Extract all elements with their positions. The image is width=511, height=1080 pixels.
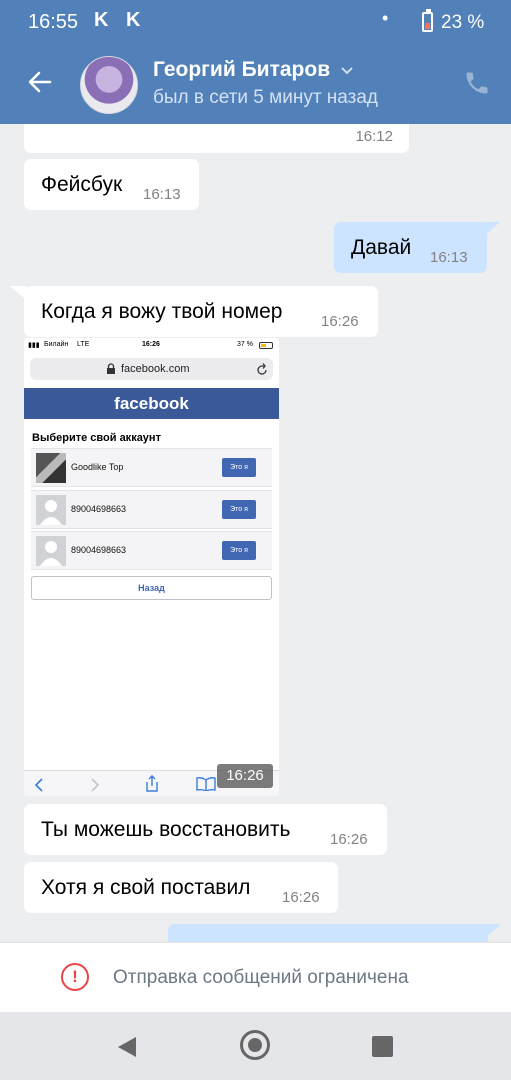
choose-account-heading: Выберите свой аккаунт — [32, 432, 161, 444]
battery-icon — [422, 9, 433, 32]
facebook-logo: facebook — [24, 388, 279, 419]
url-text: facebook.com — [121, 363, 190, 375]
account-row: 89004698663 Это я — [31, 531, 272, 570]
message-bubble-outgoing[interactable] — [168, 924, 488, 942]
phone-call-icon[interactable] — [463, 69, 491, 97]
this-is-me-button: Это я — [222, 500, 256, 519]
attachment-carrier: Билайн — [44, 341, 69, 348]
message-text: Фейсбук — [41, 173, 123, 196]
bubble-tail — [484, 222, 500, 236]
image-time-badge: 16:26 — [217, 764, 273, 788]
reload-icon — [257, 363, 267, 375]
contact-name[interactable]: Георгий Битаров — [153, 58, 330, 82]
browser-back-icon — [34, 778, 43, 792]
default-avatar-icon — [36, 536, 66, 566]
message-time: 16:26 — [282, 889, 320, 906]
account-photo — [36, 453, 66, 483]
last-seen-status: был в сети 5 минут назад — [153, 87, 379, 108]
clock: 16:55 — [28, 11, 79, 33]
message-bubble-incoming[interactable]: Фейсбук 16:13 — [24, 159, 199, 210]
message-time: 16:26 — [330, 831, 368, 848]
notification-dot-icon: • — [382, 8, 389, 28]
messaging-restricted-text: Отправка сообщений ограничена — [113, 967, 409, 988]
message-bubble-incoming[interactable]: Ты можешь восстановить 16:26 — [24, 804, 387, 855]
attachment-network: LTE — [77, 341, 90, 348]
message-time: 16:12 — [355, 128, 393, 145]
message-list[interactable]: 16:12 Фейсбук 16:13 Давай 16:13 Когда я … — [0, 124, 511, 942]
back-arrow-icon[interactable] — [26, 68, 54, 96]
url-bar: facebook.com — [30, 358, 273, 380]
account-name: Goodlike Top — [71, 462, 124, 472]
avatar[interactable] — [80, 56, 138, 114]
account-name: 89004698663 — [71, 504, 127, 514]
battery-icon — [259, 342, 273, 349]
nav-recents-icon[interactable] — [372, 1036, 393, 1057]
message-text: Ты можешь восстановить — [41, 818, 291, 841]
message-bubble-incoming[interactable]: 16:12 — [24, 124, 409, 153]
back-button: Назад — [31, 576, 272, 600]
bubble-tail — [485, 924, 501, 938]
notification-k-icon: K — [94, 9, 109, 31]
image-attachment[interactable]: ▮▮▮ Билайн LTE 16:26 37 % facebook.com f… — [24, 338, 279, 796]
attachment-time: 16:26 — [142, 341, 160, 348]
messaging-restricted-bar: ! Отправка сообщений ограничена — [0, 942, 511, 1013]
system-navigation-bar — [0, 1012, 511, 1080]
message-time: 16:13 — [430, 249, 468, 266]
account-name: 89004698663 — [71, 545, 127, 555]
message-bubble-outgoing[interactable]: Давай 16:13 — [334, 222, 487, 273]
nav-home-icon[interactable] — [240, 1030, 270, 1060]
chevron-down-icon[interactable] — [340, 66, 354, 76]
message-bubble-incoming[interactable]: Когда я вожу твой номер 16:26 — [24, 286, 378, 337]
account-row: 89004698663 Это я — [31, 490, 272, 529]
signal-icon: ▮▮▮ — [28, 342, 40, 349]
message-text: Когда я вожу твой номер — [41, 300, 283, 323]
default-avatar-icon — [36, 495, 66, 525]
account-row: Goodlike Top Это я — [31, 448, 272, 487]
browser-forward-icon — [91, 778, 100, 792]
message-bubble-incoming[interactable]: Хотя я свой поставил 16:26 — [24, 862, 338, 913]
message-text: Хотя я свой поставил — [41, 876, 251, 899]
bookmarks-icon — [196, 777, 216, 791]
message-text: Давай — [351, 236, 412, 259]
this-is-me-button: Это я — [222, 541, 256, 560]
share-icon — [146, 775, 158, 792]
status-bar: 16:55 K K • 23 % — [0, 0, 511, 44]
attachment-status-bar: ▮▮▮ Билайн LTE 16:26 37 % — [24, 338, 279, 354]
notification-k-icon: K — [126, 9, 141, 31]
this-is-me-button: Это я — [222, 458, 256, 477]
battery-percent: 23 % — [441, 12, 485, 33]
chat-header: Георгий Битаров был в сети 5 минут назад — [0, 44, 511, 124]
lock-icon — [107, 363, 115, 374]
message-time: 16:13 — [143, 186, 181, 203]
message-time: 16:26 — [321, 313, 359, 330]
attachment-battery: 37 % — [237, 341, 253, 348]
nav-back-icon[interactable] — [116, 1035, 138, 1059]
warning-icon: ! — [61, 963, 89, 991]
